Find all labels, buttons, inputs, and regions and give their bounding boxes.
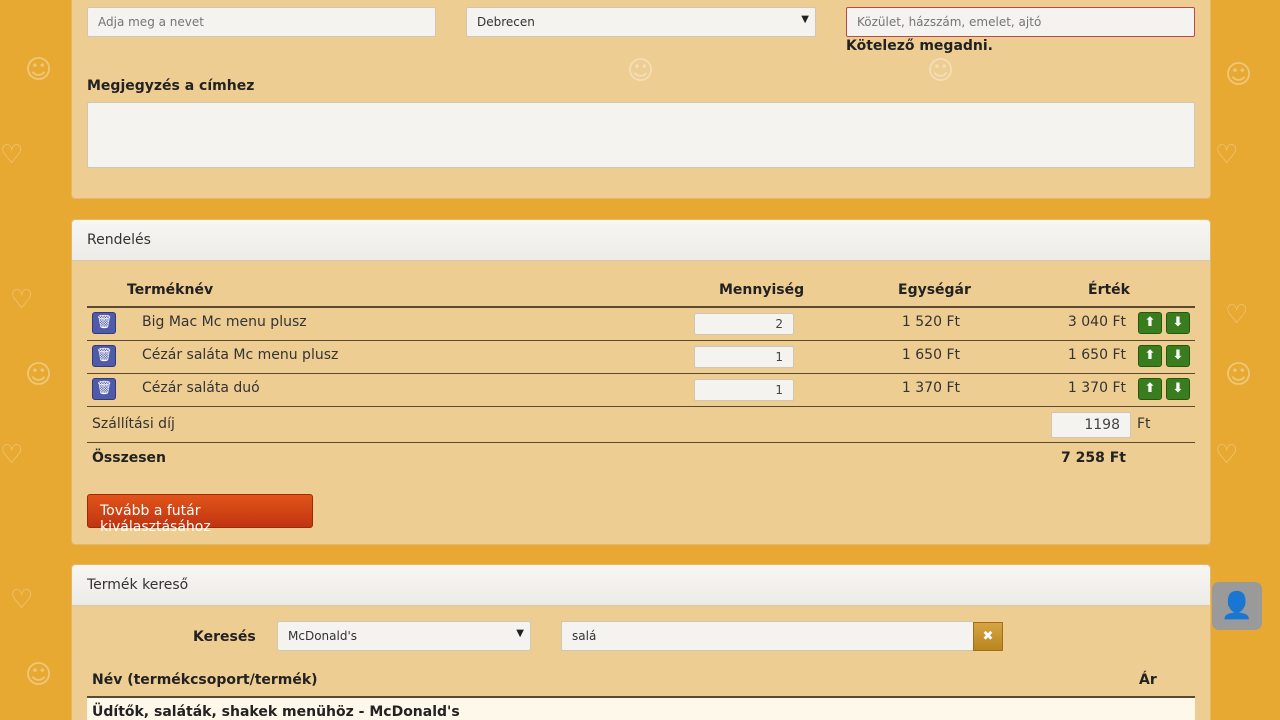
city-select[interactable]: Debrecen ▼ (466, 7, 816, 37)
heart-deco-icon: ♡ (10, 585, 34, 615)
item-value: 1 650 Ft (1067, 347, 1126, 363)
restaurant-select-value: McDonald's (288, 629, 357, 643)
caret-down-icon: ▼ (801, 14, 809, 25)
restaurant-select[interactable]: McDonald's ▼ (277, 621, 531, 651)
product-search-title: Termék kereső (72, 565, 1210, 606)
heart-deco-icon: ♡ (10, 285, 34, 315)
result-group-row[interactable]: Üdítők, saláták, shakek menühöz - McDona… (87, 696, 1195, 720)
smiley-deco-icon: ☺ (25, 360, 53, 390)
note-label: Megjegyzés a címhez (87, 78, 255, 94)
col-header-unit-price: Egységár (898, 282, 971, 298)
item-value: 3 040 Ft (1067, 314, 1126, 330)
item-name: Cézár saláta Mc menu plusz (142, 347, 339, 363)
heart-deco-icon: ♡ (1215, 440, 1239, 470)
remove-item-button[interactable]: 🗑 (92, 378, 116, 400)
smiley-deco-icon: ☺ (1225, 60, 1253, 90)
remove-item-button[interactable]: 🗑 (92, 312, 116, 334)
search-input[interactable] (561, 621, 974, 651)
arrow-up-icon: ⬆ (1144, 348, 1156, 363)
row-divider (87, 373, 1195, 374)
city-select-value: Debrecen (477, 15, 535, 29)
move-down-button[interactable]: ⬇ (1166, 378, 1190, 400)
user-icon: 👤 (1220, 591, 1254, 621)
street-input[interactable] (846, 7, 1195, 37)
arrow-down-icon: ⬇ (1172, 348, 1184, 363)
row-divider (87, 442, 1195, 443)
arrow-down-icon: ⬇ (1172, 381, 1184, 396)
quantity-input[interactable]: 1 (694, 379, 794, 401)
result-group-title: Üdítők, saláták, shakek menühöz - McDona… (92, 704, 460, 720)
item-name: Cézár saláta duó (142, 380, 260, 396)
col-header-name: Terméknév (127, 282, 214, 298)
item-name: Big Mac Mc menu plusz (142, 314, 307, 330)
trash-icon: 🗑 (95, 315, 113, 330)
delivery-fee-unit: Ft (1137, 416, 1151, 432)
next-to-courier-button[interactable]: Tovább a futár kiválasztásához (87, 494, 313, 535)
close-icon: ✖ (982, 629, 994, 644)
col-header-value: Érték (1088, 282, 1130, 298)
result-col-name: Név (termékcsoport/termék) (92, 672, 318, 688)
arrow-up-icon: ⬆ (1144, 315, 1156, 330)
total-label: Összesen (92, 450, 167, 466)
trash-icon: 🗑 (95, 348, 113, 363)
delivery-fee-label: Szállítási díj (92, 416, 175, 432)
smiley-deco-icon: ☺ (25, 55, 53, 85)
item-unit-price: 1 520 Ft (901, 314, 960, 330)
header-divider (87, 306, 1195, 308)
move-up-button[interactable]: ⬆ (1138, 345, 1162, 367)
total-value: 7 258 Ft (1061, 450, 1126, 466)
move-down-button[interactable]: ⬇ (1166, 345, 1190, 367)
arrow-down-icon: ⬇ (1172, 315, 1184, 330)
row-divider (87, 340, 1195, 341)
search-label: Keresés (193, 629, 256, 645)
arrow-up-icon: ⬆ (1144, 381, 1156, 396)
clear-search-button[interactable]: ✖ (973, 622, 1003, 651)
heart-deco-icon: ♡ (0, 440, 24, 470)
quantity-input[interactable]: 2 (694, 313, 794, 335)
col-header-qty: Mennyiség (719, 282, 805, 298)
smiley-deco-icon: ☺ (1225, 360, 1253, 390)
delivery-fee-input[interactable]: 1198 (1051, 412, 1131, 438)
smiley-deco-icon: ☺ (627, 56, 655, 86)
item-value: 1 370 Ft (1067, 380, 1126, 396)
heart-deco-icon: ♡ (1225, 300, 1249, 330)
heart-deco-icon: ♡ (0, 140, 24, 170)
remove-item-button[interactable]: 🗑 (92, 345, 116, 367)
move-down-button[interactable]: ⬇ (1166, 312, 1190, 334)
caret-down-icon: ▼ (516, 628, 524, 639)
user-menu-button[interactable]: 👤 (1212, 582, 1262, 630)
move-up-button[interactable]: ⬆ (1138, 312, 1162, 334)
note-textarea[interactable] (87, 102, 1195, 168)
result-col-price: Ár (1139, 672, 1157, 688)
heart-deco-icon: ♡ (1215, 140, 1239, 170)
smiley-deco-icon: ☺ (927, 56, 955, 86)
street-error-message: Kötelező megadni. (846, 38, 993, 54)
trash-icon: 🗑 (95, 381, 113, 396)
order-panel-title: Rendelés (72, 220, 1210, 261)
smiley-deco-icon: ☺ (25, 660, 53, 690)
item-unit-price: 1 370 Ft (901, 380, 960, 396)
row-divider (87, 406, 1195, 407)
name-input[interactable] (87, 7, 436, 37)
item-unit-price: 1 650 Ft (901, 347, 960, 363)
quantity-input[interactable]: 1 (694, 346, 794, 368)
move-up-button[interactable]: ⬆ (1138, 378, 1162, 400)
